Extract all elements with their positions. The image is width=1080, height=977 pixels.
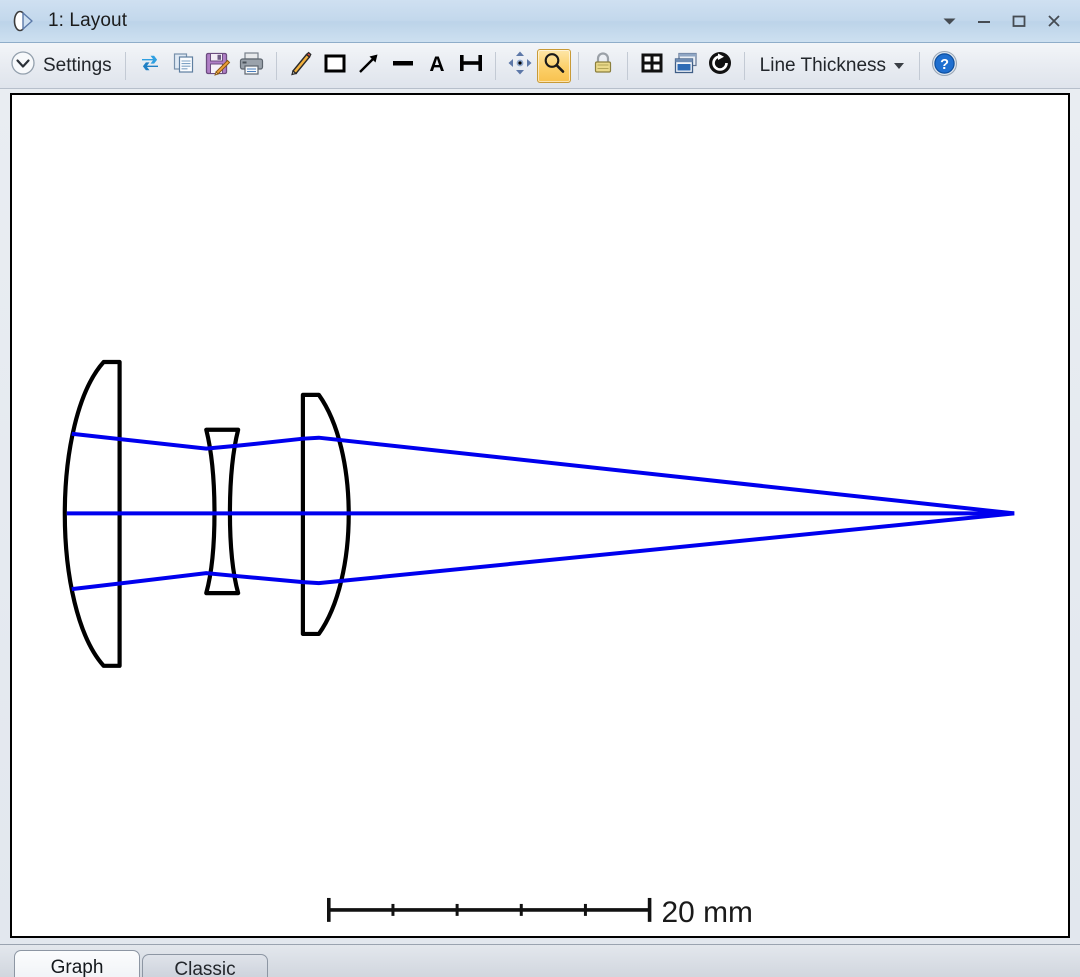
line-icon [390,50,416,81]
save-button[interactable] [201,49,235,83]
window-titlebar: 1: Layout [0,0,1080,43]
toolbar-separator [919,52,920,80]
windows-button[interactable] [669,49,703,83]
zoom-icon [542,51,566,80]
pan-icon [507,50,533,81]
text-icon: A [424,50,450,81]
help-icon: ? [931,50,958,82]
toolbar-separator [276,52,277,80]
lock-icon [591,50,615,81]
print-icon [238,50,265,82]
toolbar-separator [627,52,628,80]
copy-button[interactable] [167,49,201,83]
settings-button[interactable]: Settings [8,48,118,83]
toolbar-separator [495,52,496,80]
maximize-button[interactable] [1003,7,1035,35]
arrow-icon [356,50,382,81]
zoom-button[interactable] [537,49,571,83]
reset-icon [707,50,733,81]
fit-window-button[interactable] [635,49,669,83]
svg-text:A: A [429,53,444,76]
add-text-button[interactable]: A [420,49,454,83]
svg-text:?: ? [940,57,949,73]
rectangle-icon [322,50,348,81]
chevron-down-icon [894,63,904,69]
print-button[interactable] [235,49,269,83]
toolbar-separator [578,52,579,80]
settings-chevron-down-icon [10,50,36,81]
tab-graph[interactable]: Graph [14,950,140,977]
draw-line-button[interactable] [284,49,318,83]
dropdown-menu-button[interactable] [933,7,965,35]
plot-container: 20 mm [0,89,1080,944]
minimize-button[interactable] [968,7,1000,35]
lock-button[interactable] [586,49,620,83]
draw-segment-button[interactable] [386,49,420,83]
save-icon [204,50,231,82]
settings-label: Settings [43,55,112,77]
refresh-button[interactable] [133,49,167,83]
tab-graph-label: Graph [51,957,104,977]
ray-bundle [67,434,1014,589]
windows-icon [673,50,699,81]
toolbar-separator [125,52,126,80]
lens-layout-icon [12,9,38,33]
layout-window: 1: Layout Settings [0,0,1080,977]
reset-button[interactable] [703,49,737,83]
help-button[interactable]: ? [927,49,961,83]
draw-rectangle-button[interactable] [318,49,352,83]
measure-button[interactable] [454,49,488,83]
scalebar [329,898,650,922]
tab-classic-label: Classic [174,959,235,977]
window-controls [933,7,1070,35]
fit-window-icon [639,50,665,81]
layout-drawing: 20 mm [12,95,1068,936]
copy-icon [171,50,197,81]
line-thickness-dropdown[interactable]: Line Thickness [752,52,912,80]
layout-plot[interactable]: 20 mm [10,93,1070,938]
view-tabbar: Graph Classic [0,944,1080,977]
measure-icon [457,50,485,81]
line-thickness-label: Line Thickness [760,55,886,77]
refresh-icon [137,50,163,81]
pan-button[interactable] [503,49,537,83]
scalebar-label: 20 mm [662,896,753,929]
tab-classic[interactable]: Classic [142,954,268,977]
close-button[interactable] [1038,7,1070,35]
main-toolbar: Settings [0,43,1080,89]
toolbar-separator [744,52,745,80]
window-title: 1: Layout [48,10,127,32]
draw-arrow-button[interactable] [352,49,386,83]
pencil-icon [288,50,314,81]
